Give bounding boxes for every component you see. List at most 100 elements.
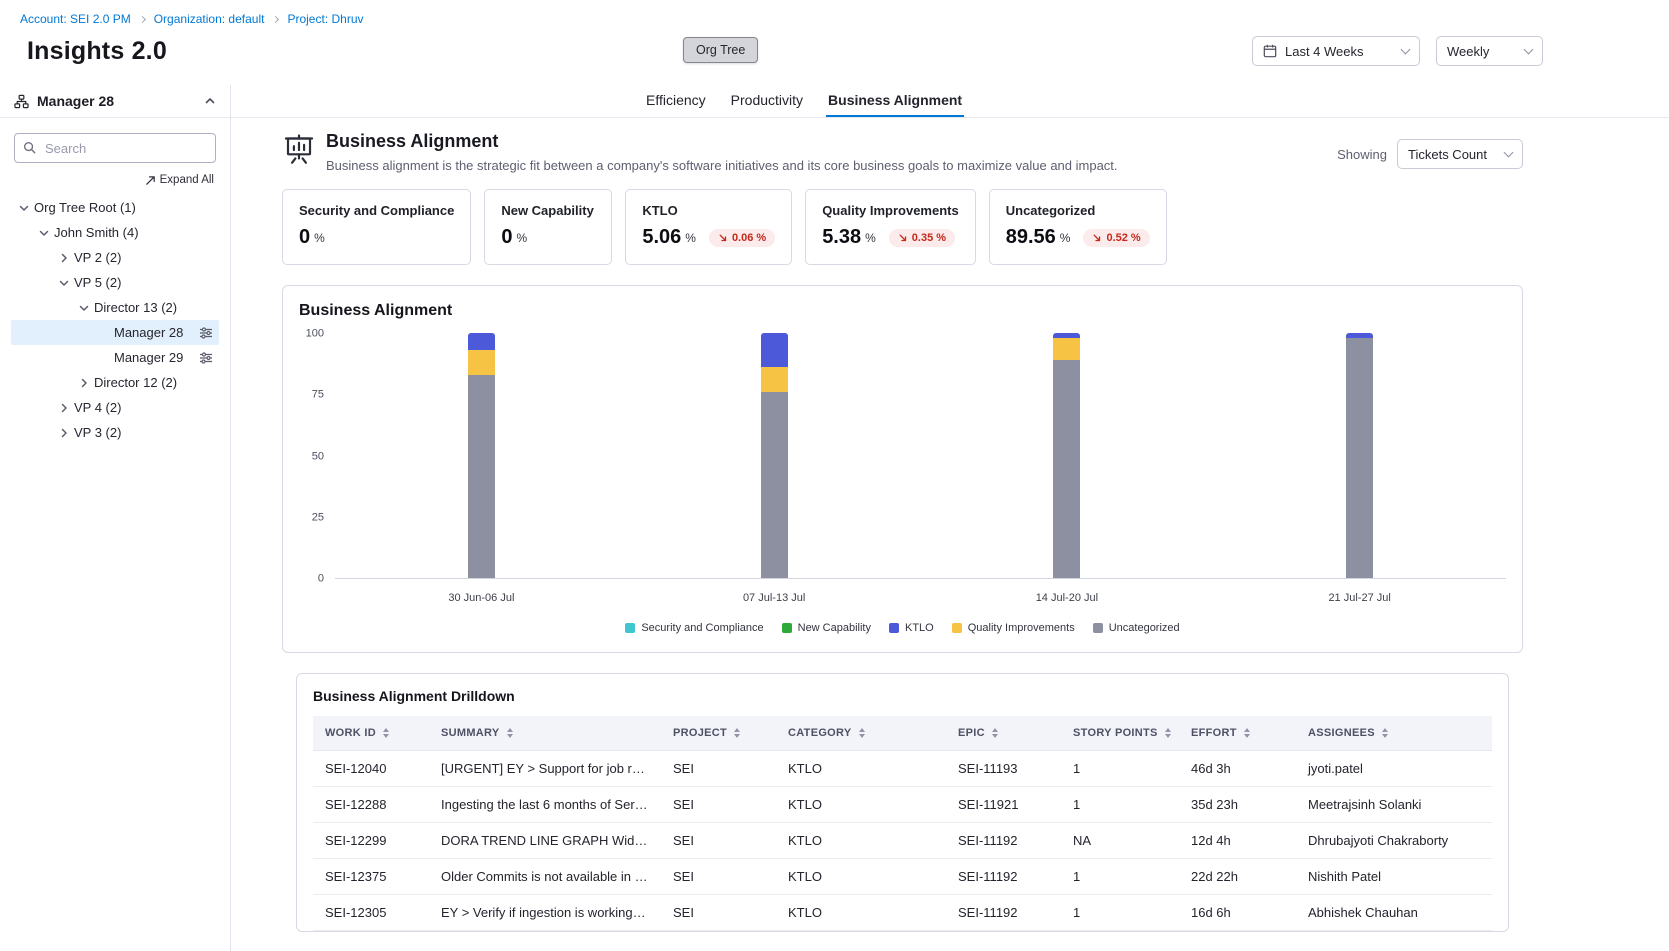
bar-segment-ktlo[interactable] xyxy=(761,333,788,367)
stacked-bar[interactable] xyxy=(1053,333,1080,578)
bar-segment-uncategorized[interactable] xyxy=(468,375,495,578)
legend-item-security-and-compliance[interactable]: Security and Compliance xyxy=(625,622,763,634)
column-header-inner: ASSIGNEES xyxy=(1308,727,1480,739)
expand-all-label: Expand All xyxy=(160,174,214,186)
legend-item-new-capability[interactable]: New Capability xyxy=(782,622,871,634)
stat-card-value: 5.06 xyxy=(642,226,681,249)
expand-row: Expand All xyxy=(16,174,214,186)
column-header-label: PROJECT xyxy=(673,727,727,739)
column-header-summary[interactable]: SUMMARY xyxy=(429,716,661,751)
tree-item-vp-2-2[interactable]: VP 2 (2) xyxy=(11,245,219,270)
bar-group-21-jul-27-jul[interactable] xyxy=(1213,334,1506,578)
stat-card-value: 5.38 xyxy=(822,226,861,249)
chevron-down-icon xyxy=(1504,148,1514,158)
bar-segment-quality-improvements[interactable] xyxy=(1053,338,1080,360)
tree-item-manager-29[interactable]: Manager 29 xyxy=(11,345,219,370)
stacked-bar[interactable] xyxy=(761,333,788,578)
chevron-down-icon[interactable] xyxy=(16,200,32,216)
tree-item-org-tree-root-1[interactable]: Org Tree Root (1) xyxy=(11,195,219,220)
tree-item-vp-4-2[interactable]: VP 4 (2) xyxy=(11,395,219,420)
bar-segment-quality-improvements[interactable] xyxy=(761,367,788,392)
trend-down-icon xyxy=(1092,233,1102,243)
stat-card-delta-value: 0.52 % xyxy=(1106,232,1140,244)
table-row-sei-12375[interactable]: SEI-12375Older Commits is not available … xyxy=(313,859,1492,895)
legend-item-uncategorized[interactable]: Uncategorized xyxy=(1093,622,1180,634)
org-tree: Org Tree Root (1)John Smith (4)VP 2 (2)V… xyxy=(0,195,230,445)
org-tree-button[interactable]: Org Tree xyxy=(683,37,758,63)
column-header-work-id[interactable]: WORK ID xyxy=(313,716,429,751)
bar-segment-uncategorized[interactable] xyxy=(1346,338,1373,578)
chart-card: Business Alignment 0255075100 30 Jun-06 … xyxy=(282,285,1523,653)
search-input[interactable] xyxy=(14,133,216,163)
table-cell: KTLO xyxy=(776,895,946,931)
y-axis-tick-label: 0 xyxy=(318,574,324,585)
stacked-bar[interactable] xyxy=(1346,333,1373,578)
tree-item-vp-5-2[interactable]: VP 5 (2) xyxy=(11,270,219,295)
bar-segment-quality-improvements[interactable] xyxy=(468,350,495,375)
column-header-assignees[interactable]: ASSIGNEES xyxy=(1296,716,1492,751)
breadcrumb-link-project[interactable]: Project: Dhruv xyxy=(287,12,363,26)
chevron-down-icon[interactable] xyxy=(76,300,92,316)
legend-swatch xyxy=(889,623,899,633)
showing-select[interactable]: Tickets Count xyxy=(1397,139,1523,169)
legend-item-ktlo[interactable]: KTLO xyxy=(889,622,934,634)
search-icon xyxy=(23,141,36,154)
legend-swatch xyxy=(952,623,962,633)
stacked-bar[interactable] xyxy=(468,333,495,578)
table-row-sei-12040[interactable]: SEI-12040[URGENT] EY > Support for job r… xyxy=(313,751,1492,787)
org-tree-sidebar: Manager 28 xyxy=(0,85,231,951)
interval-value: Weekly xyxy=(1447,44,1489,59)
sidebar-header: Manager 28 xyxy=(0,85,230,118)
tab-business-alignment[interactable]: Business Alignment xyxy=(826,85,964,117)
tab-efficiency[interactable]: Efficiency xyxy=(644,85,708,117)
breadcrumb-link-organization[interactable]: Organization: default xyxy=(154,12,265,26)
bar-segment-uncategorized[interactable] xyxy=(761,392,788,578)
table-row-sei-12299[interactable]: SEI-12299DORA TREND LINE GRAPH Widgets i… xyxy=(313,823,1492,859)
tree-item-director-13-2[interactable]: Director 13 (2) xyxy=(11,295,219,320)
column-header-inner: EPIC xyxy=(958,727,1049,739)
bar-group-30-jun-06-jul[interactable] xyxy=(335,334,628,578)
collapse-sidebar-button[interactable] xyxy=(204,95,216,107)
chevron-right-icon[interactable] xyxy=(56,425,72,441)
x-axis-category-label: 07 Jul-13 Jul xyxy=(628,592,921,604)
y-axis-tick-label: 25 xyxy=(312,512,324,523)
legend-swatch xyxy=(782,623,792,633)
date-range-select[interactable]: Last 4 Weeks xyxy=(1252,36,1420,66)
column-header-epic[interactable]: EPIC xyxy=(946,716,1061,751)
showing-value: Tickets Count xyxy=(1408,147,1487,162)
tree-item-director-12-2[interactable]: Director 12 (2) xyxy=(11,370,219,395)
tree-item-manager-28[interactable]: Manager 28 xyxy=(11,320,219,345)
tree-item-john-smith-4[interactable]: John Smith (4) xyxy=(11,220,219,245)
column-header-category[interactable]: CATEGORY xyxy=(776,716,946,751)
stat-card-unit: % xyxy=(865,231,876,245)
column-header-inner: EFFORT xyxy=(1191,727,1284,739)
interval-select[interactable]: Weekly xyxy=(1436,36,1543,66)
legend-item-quality-improvements[interactable]: Quality Improvements xyxy=(952,622,1075,634)
chevron-down-icon[interactable] xyxy=(36,225,52,241)
table-cell: SEI-12040 xyxy=(313,751,429,787)
column-header-project[interactable]: PROJECT xyxy=(661,716,776,751)
bar-group-07-jul-13-jul[interactable] xyxy=(628,334,921,578)
chevron-right-icon[interactable] xyxy=(76,375,92,391)
table-row-sei-12305[interactable]: SEI-12305EY > Verify if ingestion is wor… xyxy=(313,895,1492,931)
column-header-effort[interactable]: EFFORT xyxy=(1179,716,1296,751)
chart-title: Business Alignment xyxy=(283,302,1522,320)
filter-sliders-icon[interactable] xyxy=(199,327,213,339)
bar-segment-uncategorized[interactable] xyxy=(1053,360,1080,578)
chevron-down-icon[interactable] xyxy=(56,275,72,291)
chevron-right-icon[interactable] xyxy=(56,250,72,266)
column-header-label: STORY POINTS xyxy=(1073,727,1158,739)
tree-item-vp-3-2[interactable]: VP 3 (2) xyxy=(11,420,219,445)
column-header-story-points[interactable]: STORY POINTS xyxy=(1061,716,1179,751)
bar-group-14-jul-20-jul[interactable] xyxy=(921,334,1214,578)
expand-all-button[interactable]: Expand All xyxy=(145,174,214,186)
chevron-right-icon[interactable] xyxy=(56,400,72,416)
breadcrumb-link-account[interactable]: Account: SEI 2.0 PM xyxy=(20,12,131,26)
filter-sliders-icon[interactable] xyxy=(199,352,213,364)
drilldown-table: WORK IDSUMMARY PROJECT CATEGORY EPIC STORY P… xyxy=(313,716,1492,931)
table-cell: Dhrubajyoti Chakraborty xyxy=(1296,823,1492,859)
tab-productivity[interactable]: Productivity xyxy=(729,85,805,117)
table-cell: EY > Verify if ingestion is working as e… xyxy=(429,895,661,931)
table-row-sei-12288[interactable]: SEI-12288Ingesting the last 6 months of … xyxy=(313,787,1492,823)
bar-segment-ktlo[interactable] xyxy=(468,333,495,350)
